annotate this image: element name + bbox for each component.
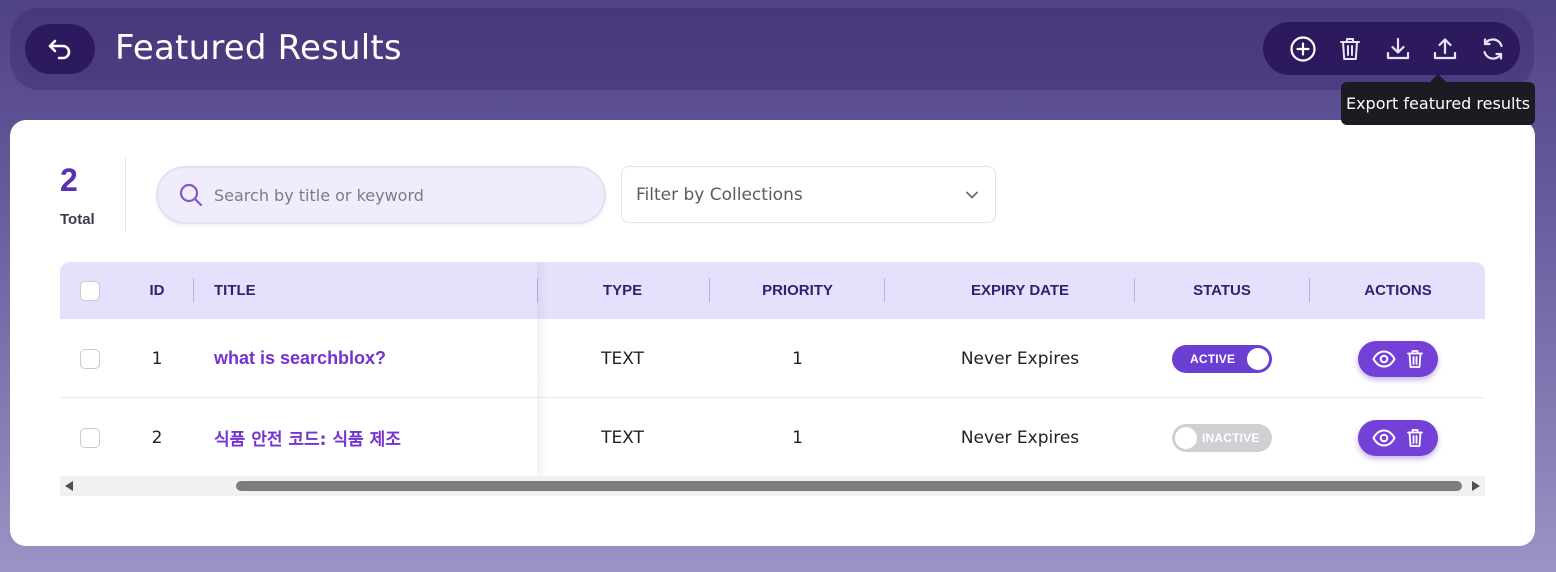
row-type: TEXT: [601, 348, 644, 369]
status-toggle[interactable]: ACTIVE: [1172, 344, 1272, 373]
column-header-expiry[interactable]: EXPIRY DATE: [940, 262, 1100, 319]
row-priority: 1: [792, 427, 803, 448]
row-status-cell: ACTIVE: [1172, 319, 1272, 398]
column-header-priority[interactable]: PRIORITY: [740, 262, 855, 319]
scroll-right-icon[interactable]: [1472, 481, 1480, 491]
refresh-icon: [1483, 37, 1503, 60]
row-id: 1: [151, 348, 163, 369]
trash-icon[interactable]: [1406, 349, 1424, 369]
column-header-id[interactable]: ID: [136, 262, 178, 319]
column-header-status[interactable]: STATUS: [1172, 262, 1272, 319]
select-all-checkbox[interactable]: [80, 280, 100, 301]
column-divider: [884, 278, 885, 302]
table-header: ID TITLE TYPE PRIORITY EXPIRY DATE STATU…: [60, 262, 1485, 319]
download-icon: [1386, 37, 1409, 59]
select-all-cell: [74, 262, 106, 319]
summary-divider: [125, 158, 126, 232]
export-button[interactable]: [1422, 29, 1470, 69]
row-checkbox[interactable]: [80, 427, 100, 448]
total-label: Total: [60, 211, 95, 228]
eye-icon[interactable]: [1372, 429, 1396, 447]
row-expiry: Never Expires: [960, 348, 1080, 369]
row-actions: [1358, 419, 1438, 456]
status-toggle[interactable]: INACTIVE: [1172, 423, 1272, 452]
export-tooltip: Export featured results: [1341, 74, 1535, 125]
import-button[interactable]: [1374, 29, 1422, 69]
row-priority: 1: [792, 348, 803, 369]
search-box[interactable]: [156, 166, 606, 224]
horizontal-scrollbar[interactable]: [60, 476, 1485, 496]
toggle-knob: [1175, 426, 1197, 449]
column-divider: [193, 278, 194, 302]
toggle-knob: [1247, 347, 1269, 370]
column-divider: [709, 278, 710, 302]
row-type: TEXT: [601, 427, 644, 448]
page-title: Featured Results: [115, 28, 402, 68]
page-header: Featured Results: [10, 8, 1534, 90]
row-actions-cell: [1348, 319, 1448, 398]
refresh-button[interactable]: [1469, 29, 1517, 69]
results-table: ID TITLE TYPE PRIORITY EXPIRY DATE STATU…: [60, 262, 1485, 496]
search-input[interactable]: [214, 185, 574, 205]
back-arrow-icon: [48, 39, 71, 60]
back-button[interactable]: [25, 24, 95, 74]
sticky-column-shadow: [537, 262, 547, 476]
results-card: 2 Total Filter by Collections ID TITLE T…: [10, 120, 1535, 546]
scrollbar-thumb[interactable]: [236, 481, 1462, 491]
column-divider: [1134, 278, 1135, 302]
row-actions: [1358, 340, 1438, 377]
plus-circle-icon: [1290, 35, 1316, 62]
column-divider: [1309, 278, 1310, 302]
delete-all-button[interactable]: [1327, 29, 1375, 69]
table-row: 2 식품 안전 코드: 식품 제조 TEXT 1 Never Expires I…: [60, 398, 1485, 477]
collections-filter-label: Filter by Collections: [636, 184, 803, 205]
column-header-title[interactable]: TITLE: [214, 262, 294, 319]
header-toolbar: [1263, 22, 1520, 75]
row-actions-cell: [1348, 398, 1448, 477]
total-count: 2: [60, 162, 78, 198]
column-header-type[interactable]: TYPE: [580, 262, 665, 319]
column-header-actions: ACTIONS: [1364, 282, 1432, 299]
row-select-cell: [74, 398, 106, 477]
status-toggle-label: ACTIVE: [1190, 351, 1236, 366]
collections-filter[interactable]: Filter by Collections: [621, 166, 996, 223]
row-title-link[interactable]: 식품 안전 코드: 식품 제조: [214, 398, 534, 477]
row-checkbox[interactable]: [80, 348, 100, 369]
row-select-cell: [74, 319, 106, 398]
search-icon: [179, 183, 203, 207]
scroll-left-icon[interactable]: [65, 481, 73, 491]
row-title-link[interactable]: what is searchblox?: [214, 319, 534, 398]
row-status-cell: INACTIVE: [1172, 398, 1272, 477]
row-expiry: Never Expires: [960, 427, 1080, 448]
status-toggle-label: INACTIVE: [1202, 430, 1260, 445]
table-row: 1 what is searchblox? TEXT 1 Never Expir…: [60, 319, 1485, 398]
upload-icon: [1434, 37, 1457, 59]
add-button[interactable]: [1279, 29, 1327, 69]
eye-icon[interactable]: [1372, 350, 1396, 368]
trash-icon: [1340, 37, 1361, 60]
row-id: 2: [151, 427, 163, 448]
chevron-down-icon: [966, 191, 978, 198]
trash-icon[interactable]: [1406, 428, 1424, 448]
